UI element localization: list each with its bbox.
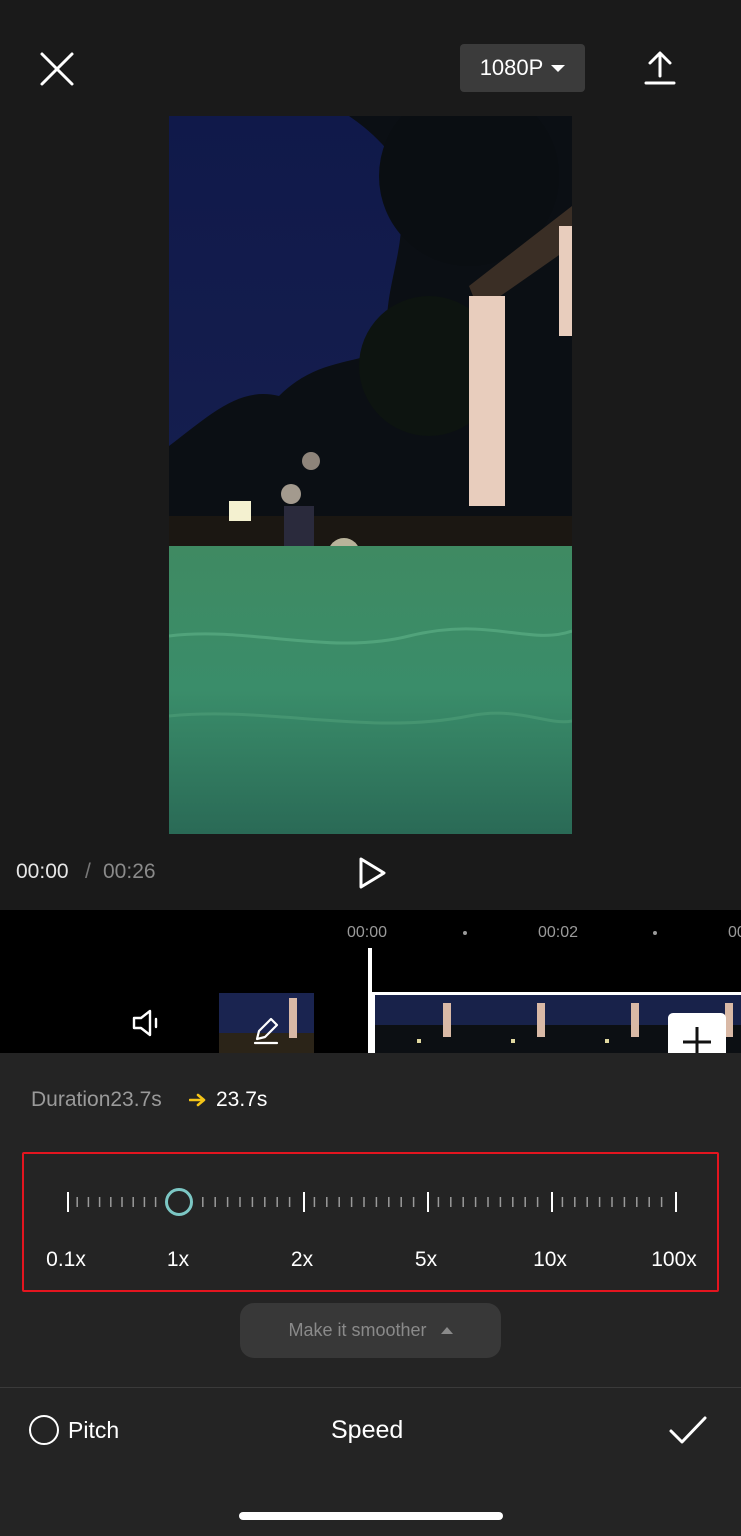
panel-title: Speed — [331, 1416, 404, 1444]
home-indicator — [239, 1512, 503, 1520]
time-separator: / — [85, 860, 91, 883]
play-icon — [359, 857, 386, 889]
confirm-button[interactable] — [668, 1414, 708, 1446]
plus-icon — [683, 1027, 711, 1053]
speed-slider-knob[interactable] — [164, 1187, 194, 1217]
video-frame-image — [169, 116, 572, 834]
pitch-radio[interactable] — [29, 1415, 59, 1445]
cover-thumbnail[interactable] — [219, 993, 314, 1053]
timeline-dot — [653, 931, 657, 935]
pitch-label[interactable]: Pitch — [68, 1417, 119, 1444]
speaker-mute-icon — [132, 1009, 158, 1037]
close-icon — [40, 52, 74, 86]
export-button[interactable] — [640, 48, 680, 88]
play-button[interactable] — [356, 856, 388, 890]
mute-clip-audio-button[interactable] — [130, 1008, 164, 1038]
duration-original: Duration23.7s — [31, 1088, 162, 1111]
timeline-tick: 00 — [728, 924, 741, 941]
make-it-smoother-button[interactable]: Make it smoother — [240, 1303, 501, 1358]
total-time: 00:26 — [103, 860, 156, 883]
timeline-dot — [463, 931, 467, 935]
speed-label-5x: 5x — [414, 1248, 438, 1271]
playhead[interactable] — [368, 948, 372, 1053]
divider — [0, 1387, 741, 1388]
speed-label-100x: 100x — [651, 1248, 697, 1271]
cover-image — [219, 993, 314, 1053]
add-clip-button[interactable] — [668, 1013, 726, 1053]
speed-slider-track — [67, 1192, 677, 1212]
arrow-right-icon — [188, 1092, 207, 1108]
check-icon — [669, 1416, 707, 1444]
caret-up-icon — [440, 1327, 453, 1334]
timeline-tick: 00:02 — [538, 924, 579, 941]
smoother-label: Make it smoother — [288, 1320, 427, 1340]
speed-label-2x: 2x — [290, 1248, 314, 1271]
duration-new: 23.7s — [216, 1088, 268, 1111]
export-upload-icon — [644, 51, 676, 85]
speed-slider[interactable] — [66, 1190, 678, 1214]
timeline-tick: 00:00 — [347, 924, 388, 941]
speed-label-10x: 10x — [533, 1248, 567, 1271]
speed-slider-highlight — [22, 1152, 719, 1292]
current-time: 00:00 — [16, 860, 69, 883]
speed-label-1x: 1x — [166, 1248, 190, 1271]
video-preview[interactable] — [169, 116, 572, 834]
slider-knob-icon — [165, 1188, 193, 1216]
resolution-label: 1080P — [479, 55, 544, 80]
speed-panel — [0, 1053, 741, 1536]
resolution-dropdown[interactable]: 1080P — [460, 44, 585, 92]
speed-label-0.1x: 0.1x — [46, 1248, 86, 1271]
close-button[interactable] — [36, 48, 78, 90]
caret-down-icon — [551, 64, 566, 72]
